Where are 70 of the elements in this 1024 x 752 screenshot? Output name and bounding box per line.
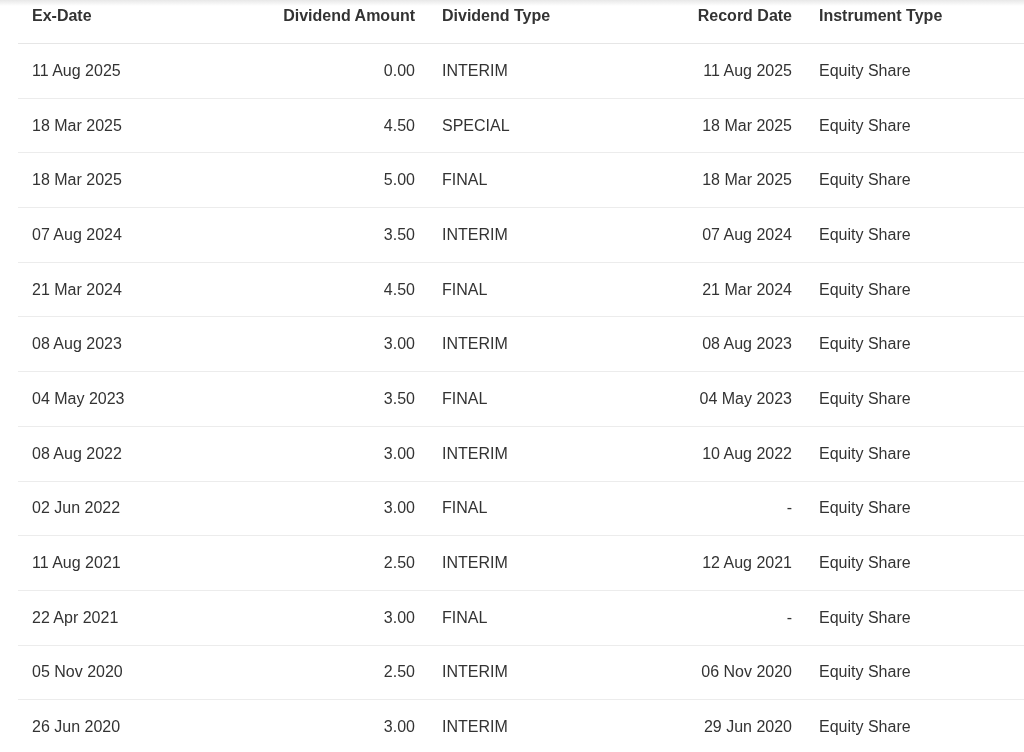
table-cell: 26 Jun 2020 bbox=[32, 718, 121, 736]
column-header: Ex-Date bbox=[32, 7, 92, 24]
table-cell: 12 Aug 2021 bbox=[702, 554, 792, 572]
column-header: Record Date bbox=[697, 7, 792, 24]
table-cell: 07 Aug 2024 bbox=[702, 225, 792, 243]
table-cell: 11 Aug 2021 bbox=[32, 554, 121, 572]
table-cell: 02 Jun 2022 bbox=[32, 499, 121, 517]
table-cell: Equity Share bbox=[819, 116, 911, 134]
table-cell: FINAL bbox=[442, 280, 488, 298]
table-cell: Equity Share bbox=[819, 554, 911, 572]
table-cell: 21 Mar 2024 bbox=[32, 280, 122, 298]
table-cell: Equity Share bbox=[819, 444, 911, 462]
table-cell: 10 Aug 2022 bbox=[702, 444, 792, 462]
table-cell: 08 Aug 2023 bbox=[32, 335, 122, 353]
column-header: Instrument Type bbox=[819, 7, 943, 24]
table-cell: 05 Nov 2020 bbox=[32, 663, 123, 681]
table-cell: 18 Mar 2025 bbox=[32, 171, 122, 189]
table-cell: FINAL bbox=[442, 608, 488, 626]
table-cell: 18 Mar 2025 bbox=[702, 116, 792, 134]
table-cell: 2.50 bbox=[383, 554, 415, 572]
table-cell: 11 Aug 2025 bbox=[32, 61, 121, 79]
table-cell: INTERIM bbox=[442, 554, 508, 572]
table-cell: - bbox=[786, 608, 792, 626]
table-cell: INTERIM bbox=[442, 718, 508, 736]
table-cell: 18 Mar 2025 bbox=[32, 116, 122, 134]
table-cell: 3.00 bbox=[383, 718, 415, 736]
table-cell: Equity Share bbox=[819, 335, 911, 353]
table-cell: INTERIM bbox=[442, 61, 508, 79]
table-cell: Equity Share bbox=[819, 61, 911, 79]
table-cell: INTERIM bbox=[442, 225, 508, 243]
table-cell: 3.00 bbox=[383, 499, 415, 517]
table-cell: FINAL bbox=[442, 389, 488, 407]
table-cell: 07 Aug 2024 bbox=[32, 225, 122, 243]
table-cell: Equity Share bbox=[819, 171, 911, 189]
table-cell: Equity Share bbox=[819, 225, 911, 243]
table-cell: 3.00 bbox=[383, 608, 415, 626]
table-cell: 3.50 bbox=[383, 225, 415, 243]
table-cell: 21 Mar 2024 bbox=[702, 280, 792, 298]
table-cell: 0.00 bbox=[383, 61, 415, 79]
table-cell: 08 Aug 2023 bbox=[702, 335, 792, 353]
table-cell: Equity Share bbox=[819, 663, 911, 681]
table-cell: INTERIM bbox=[442, 444, 508, 462]
table-cell: 08 Aug 2022 bbox=[32, 444, 122, 462]
column-header: Dividend Amount bbox=[283, 7, 415, 24]
table-cell: - bbox=[786, 499, 792, 517]
table-cell: 4.50 bbox=[383, 116, 415, 134]
table-cell: INTERIM bbox=[442, 335, 508, 353]
table-cell: 06 Nov 2020 bbox=[701, 663, 792, 681]
table-cell: Equity Share bbox=[819, 608, 911, 626]
table-cell: 3.00 bbox=[383, 335, 415, 353]
table-cell: SPECIAL bbox=[442, 116, 510, 134]
table-cell: FINAL bbox=[442, 499, 488, 517]
table-cell: 22 Apr 2021 bbox=[32, 608, 119, 626]
table-cell: Equity Share bbox=[819, 280, 911, 298]
table-cell: 2.50 bbox=[383, 663, 415, 681]
table-cell: 04 May 2023 bbox=[32, 389, 125, 407]
column-header: Dividend Type bbox=[442, 7, 551, 24]
table-cell: 11 Aug 2025 bbox=[703, 61, 792, 79]
table-cell: INTERIM bbox=[442, 663, 508, 681]
table-cell: 04 May 2023 bbox=[699, 389, 792, 407]
table-cell: 18 Mar 2025 bbox=[702, 171, 792, 189]
table-cell: Equity Share bbox=[819, 718, 911, 736]
table-cell: 5.00 bbox=[383, 171, 415, 189]
table-cell: 29 Jun 2020 bbox=[703, 718, 792, 736]
table-cell: Equity Share bbox=[819, 499, 911, 517]
table-cell: 4.50 bbox=[383, 280, 415, 298]
table-cell: 3.00 bbox=[383, 444, 415, 462]
table-cell: Equity Share bbox=[819, 389, 911, 407]
table-cell: 3.50 bbox=[383, 389, 415, 407]
table-cell: FINAL bbox=[442, 171, 488, 189]
